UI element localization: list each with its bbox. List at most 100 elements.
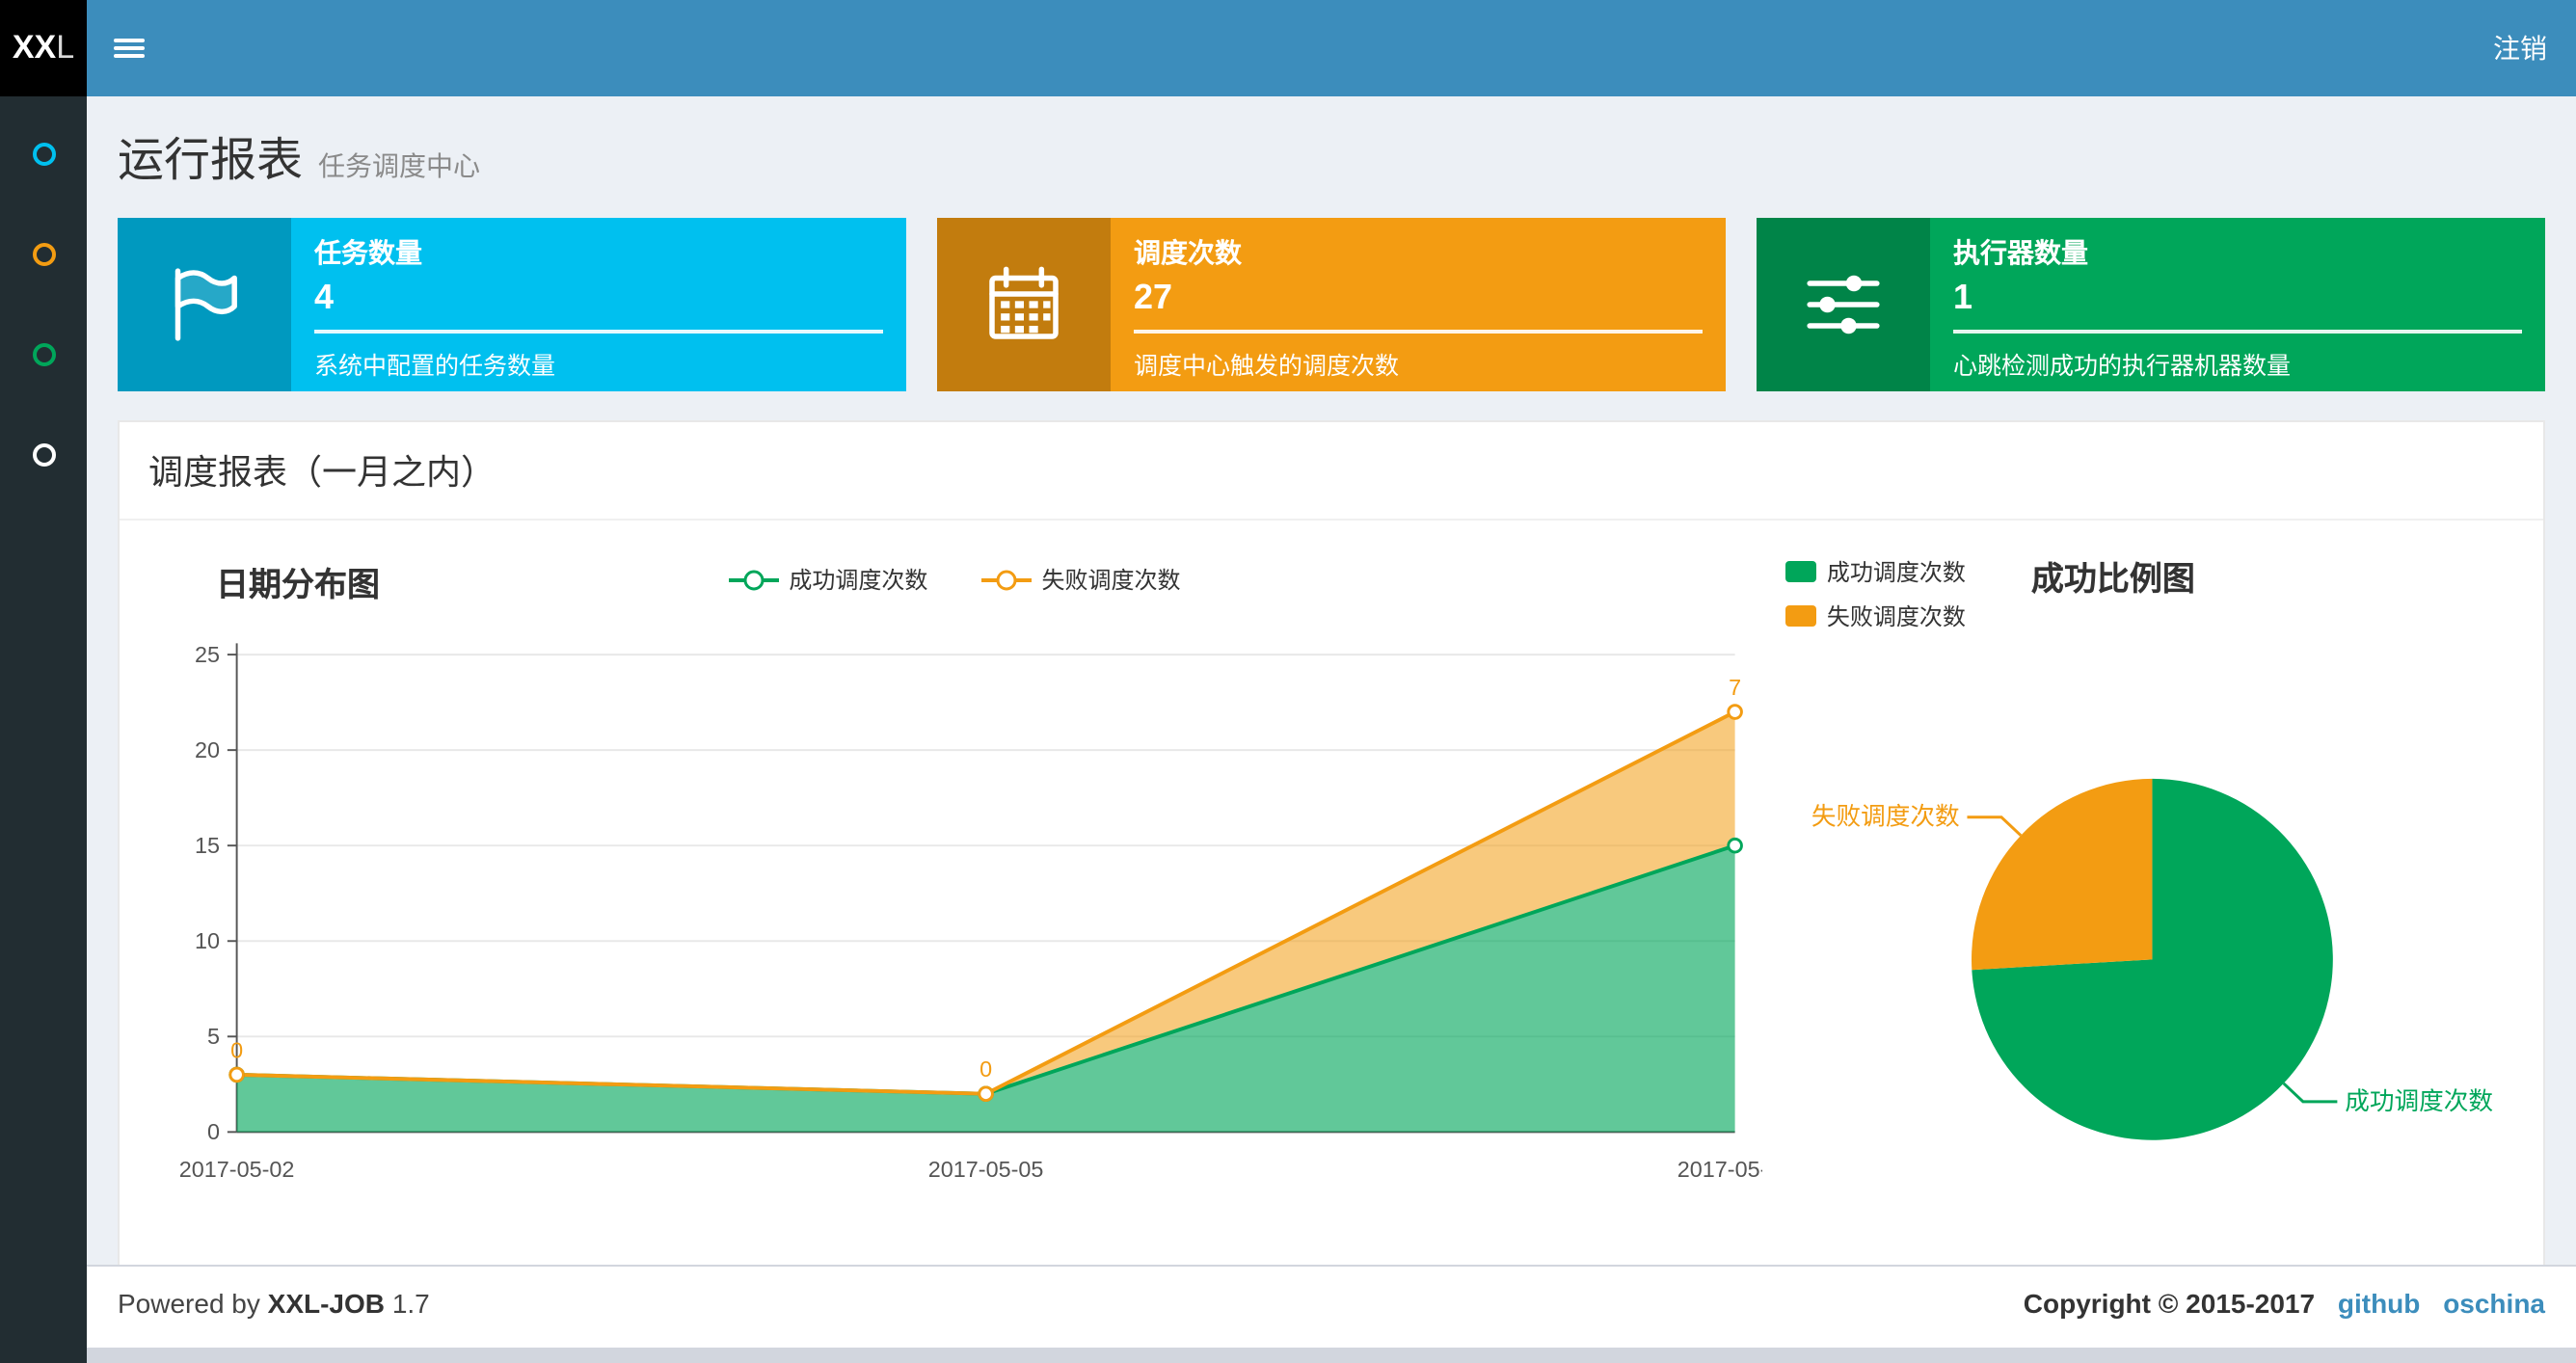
pie-label-line (1968, 815, 2023, 837)
info-box-triggers: 调度次数 27 调度中心触发的调度次数 (937, 218, 1726, 391)
page-subtitle: 任务调度中心 (318, 150, 480, 181)
logo-text-bold: XX (12, 29, 57, 66)
x-axis-label: 2017-05-08 (1677, 1157, 1763, 1182)
sliders-icon (1757, 218, 1930, 391)
copyright-text: Copyright © 2015-2017 (2023, 1288, 2316, 1319)
sidebar-item-report[interactable] (0, 104, 87, 204)
info-box-label: 执行器数量 (1953, 237, 2088, 268)
info-box-label: 调度次数 (1134, 237, 1242, 268)
success-ratio-section: 成功调度次数 失败调度次数 成功比例图 成功调度次数 失败调度次数 (1763, 548, 2524, 1226)
info-box-description: 系统中配置的任务数量 (314, 353, 556, 380)
app-root: XX L 注销 运行报表 任务调度中心 任务数量 4 系统中配置的任务数量 调度… (0, 0, 2576, 1363)
pie-slice[interactable] (1972, 778, 2154, 971)
calendar-icon (937, 218, 1111, 391)
legend-label: 失败调度次数 (1826, 603, 1966, 630)
sidebar-item-job[interactable] (0, 204, 87, 305)
success-ratio-chart[interactable]: 成功调度次数 失败调度次数 (1763, 632, 2524, 1226)
legend-item[interactable]: 成功调度次数 (729, 563, 927, 596)
line-chart-legend: 成功调度次数 失败调度次数 (147, 548, 1763, 596)
y-axis-label: 15 (195, 833, 220, 858)
hamburger-icon (114, 35, 145, 62)
x-axis-label: 2017-05-02 (179, 1157, 295, 1182)
failed-point-marker[interactable] (228, 1066, 245, 1083)
github-link[interactable]: github (2338, 1288, 2421, 1319)
failed-point-marker[interactable] (978, 1085, 994, 1103)
oschina-link[interactable]: oschina (2443, 1288, 2545, 1319)
panel-body: 日期分布图 成功调度次数 失败调度次数 0 5 10 15 20 25 2017-05-02 2… (120, 521, 2543, 1265)
copyright: Copyright © 2015-2017 github oschina (2024, 1288, 2545, 1319)
info-box-divider (1134, 330, 1703, 334)
content-wrapper: 运行报表 任务调度中心 任务数量 4 系统中配置的任务数量 调度次数 27 调度… (87, 96, 2576, 1265)
circle-icon (32, 343, 55, 366)
legend-item[interactable]: 失败调度次数 (1785, 600, 1966, 632)
y-axis-label: 25 (195, 642, 220, 667)
sidebar-toggle-button[interactable] (87, 0, 172, 96)
legend-label: 失败调度次数 (1041, 567, 1181, 594)
point-value-label: 0 (979, 1056, 992, 1082)
powered-by: Powered by XXL-JOB 1.7 (118, 1288, 430, 1319)
product-name: XXL-JOB (267, 1288, 386, 1319)
pie-chart-legend: 成功调度次数 失败调度次数 (1785, 548, 1966, 632)
circle-icon (32, 243, 55, 266)
content-header: 运行报表 任务调度中心 (87, 96, 2576, 193)
date-distribution-chart[interactable]: 05101520252017-05-022017-05-052017-05-08… (147, 621, 1763, 1207)
info-box-value: 4 (314, 278, 335, 316)
legend-item[interactable]: 失败调度次数 (981, 563, 1180, 596)
info-box-content: 执行器数量 1 心跳检测成功的执行器机器数量 (1930, 218, 2545, 391)
point-value-label: 7 (1729, 675, 1741, 700)
y-axis-label: 20 (195, 737, 220, 762)
point-value-label: 0 (230, 1037, 243, 1062)
navbar: 注销 (87, 0, 2576, 96)
info-box-label: 任务数量 (314, 237, 422, 268)
content: 任务数量 4 系统中配置的任务数量 调度次数 27 调度中心触发的调度次数 执行… (87, 193, 2576, 1265)
y-axis-label: 0 (207, 1119, 220, 1144)
sidebar-item-log[interactable] (0, 305, 87, 405)
info-box-value: 1 (1953, 278, 1973, 316)
info-box-divider (314, 330, 883, 334)
failed-point-marker[interactable] (1727, 704, 1743, 720)
legend-label: 成功调度次数 (1826, 559, 1966, 586)
pie-slice-label: 成功调度次数 (2346, 1087, 2494, 1115)
report-panel: 调度报表（一月之内） 日期分布图 成功调度次数 失败调度次数 0 5 10 15 20 25… (118, 420, 2545, 1265)
page-title: 运行报表 (118, 135, 303, 187)
info-box-jobs: 任务数量 4 系统中配置的任务数量 (118, 218, 906, 391)
powered-prefix: Powered by (118, 1288, 260, 1319)
legend-swatch-icon (1785, 605, 1817, 627)
info-box-content: 任务数量 4 系统中配置的任务数量 (291, 218, 906, 391)
y-axis-label: 10 (195, 928, 220, 953)
info-box-value: 27 (1134, 278, 1173, 316)
logo-text-light: L (56, 29, 75, 66)
x-axis-label: 2017-05-05 (928, 1157, 1044, 1182)
pie-label-line (2283, 1082, 2339, 1104)
page-bottom-strip (87, 1348, 2576, 1363)
sidebar-item-executor[interactable] (0, 405, 87, 505)
app-logo[interactable]: XX L (0, 0, 87, 96)
legend-item[interactable]: 成功调度次数 (1785, 555, 1966, 588)
product-version: 1.7 (391, 1288, 430, 1319)
date-distribution-section: 日期分布图 成功调度次数 失败调度次数 0 5 10 15 20 25 2017-05-02 2… (147, 548, 1763, 1226)
panel-title: 调度报表（一月之内） (120, 422, 2543, 521)
sidebar (0, 96, 87, 1363)
footer: Powered by XXL-JOB 1.7 Copyright © 2015-… (87, 1265, 2576, 1348)
info-box-divider (1953, 330, 2522, 334)
info-box-executors: 执行器数量 1 心跳检测成功的执行器机器数量 (1757, 218, 2545, 391)
info-box-row: 任务数量 4 系统中配置的任务数量 调度次数 27 调度中心触发的调度次数 执行… (118, 218, 2545, 391)
pie-chart-header: 成功调度次数 失败调度次数 成功比例图 (1763, 548, 2524, 632)
legend-swatch-icon (1785, 561, 1817, 582)
legend-label: 成功调度次数 (789, 567, 928, 594)
info-box-description: 调度中心触发的调度次数 (1134, 353, 1400, 380)
sidebar-menu (0, 104, 87, 505)
info-box-content: 调度次数 27 调度中心触发的调度次数 (1111, 218, 1726, 391)
pie-slice-label: 失败调度次数 (1812, 803, 1961, 831)
line-chart-title: 日期分布图 (216, 567, 380, 603)
circle-icon (32, 143, 55, 166)
logout-link[interactable]: 注销 (2464, 0, 2576, 96)
circle-icon (32, 443, 55, 467)
line-circle-legend-icon (981, 569, 1033, 590)
success-point-marker[interactable] (1727, 837, 1743, 854)
line-circle-legend-icon (729, 569, 780, 590)
flag-icon (118, 218, 291, 391)
pie-chart-title: 成功比例图 (2030, 561, 2195, 598)
line-chart-header: 日期分布图 成功调度次数 失败调度次数 (147, 548, 1763, 621)
y-axis-label: 5 (207, 1024, 220, 1049)
